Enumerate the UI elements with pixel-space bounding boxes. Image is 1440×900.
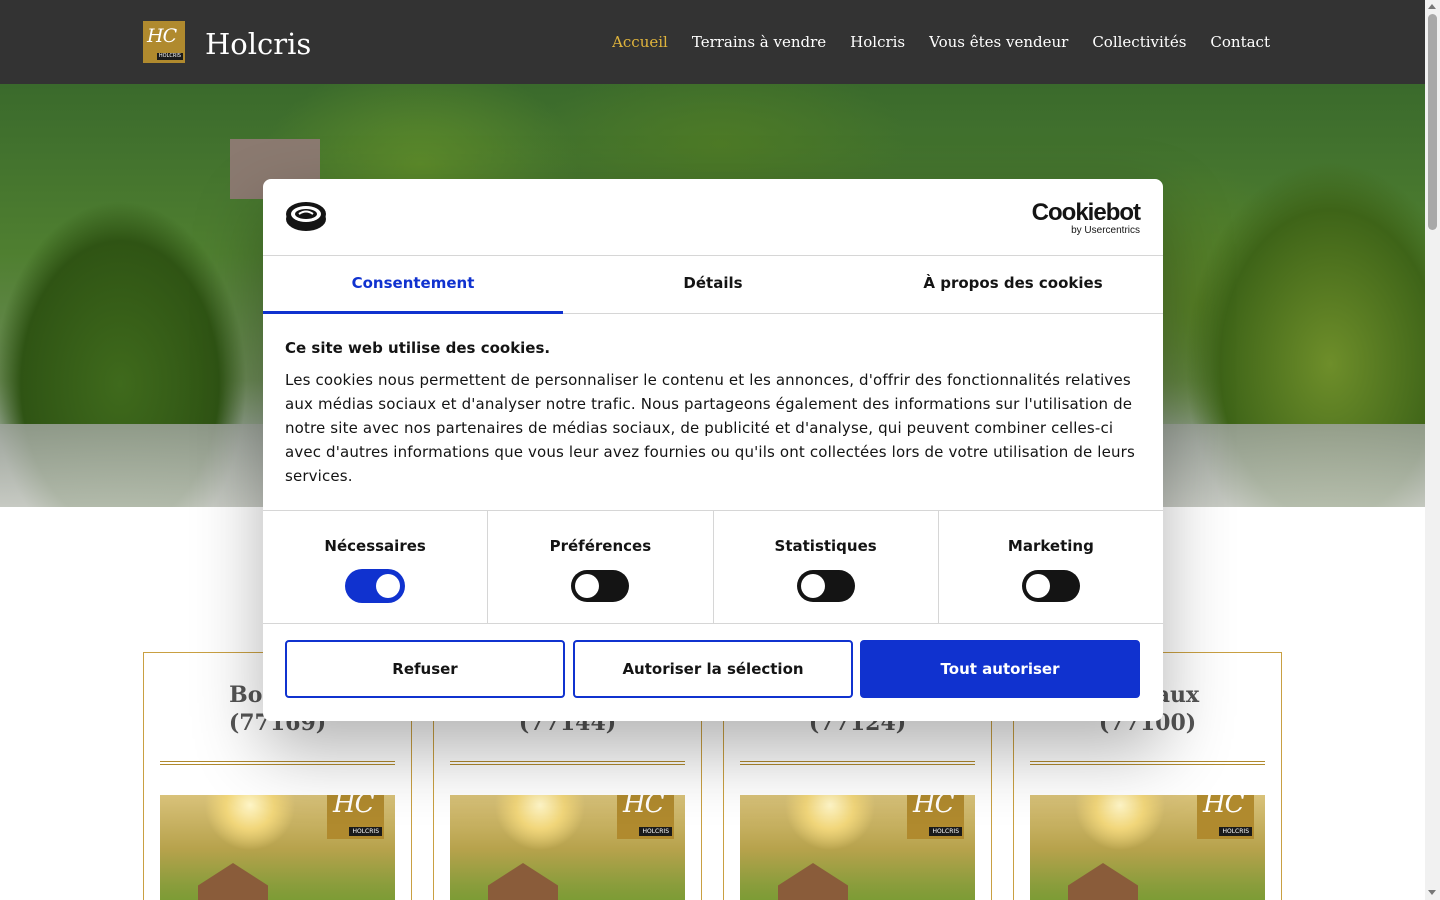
cookie-icon — [286, 202, 326, 231]
scrollbar-thumb[interactable] — [1428, 14, 1437, 230]
site-name[interactable]: Holcris — [205, 26, 311, 62]
house-icon — [1068, 863, 1138, 900]
dialog-tabs: Consentement Détails À propos des cookie… — [263, 256, 1163, 314]
card-divider — [740, 761, 975, 765]
site-header: HC HOLCRIS Holcris Accueil Terrains à ve… — [0, 0, 1425, 84]
logo-wordmark: HOLCRIS — [156, 53, 183, 60]
card-divider — [160, 761, 395, 765]
dialog-description: Les cookies nous permettent de personnal… — [285, 371, 1135, 485]
allow-selection-button[interactable]: Autoriser la sélection — [573, 640, 853, 698]
cookie-consent-dialog: Cookiebot by Usercentrics Consentement D… — [263, 179, 1163, 721]
consent-toggles: Nécessaires Préférences Statistiques Mar… — [263, 510, 1163, 624]
tab-about-cookies[interactable]: À propos des cookies — [863, 256, 1163, 313]
toggle-label: Statistiques — [774, 537, 877, 555]
necessary-toggle[interactable] — [346, 570, 405, 602]
card-logo: HC HOLCRIS — [617, 795, 674, 839]
toggle-label: Nécessaires — [324, 537, 426, 555]
card-photo: HC HOLCRIS — [1030, 795, 1265, 900]
dialog-title: Ce site web utilise des cookies. — [285, 339, 551, 357]
statistics-toggle[interactable] — [796, 570, 855, 602]
nav-item-vendeur[interactable]: Vous êtes vendeur — [929, 32, 1068, 52]
marketing-toggle[interactable] — [1021, 570, 1080, 602]
house-icon — [488, 863, 558, 900]
nav-item-collectivites[interactable]: Collectivités — [1092, 32, 1186, 52]
toggle-knob — [376, 574, 401, 598]
card-divider — [1030, 761, 1265, 765]
page-scrollbar[interactable] — [1425, 0, 1440, 900]
tab-details[interactable]: Détails — [563, 256, 863, 313]
card-photo: HC HOLCRIS — [450, 795, 685, 900]
toggle-knob — [575, 574, 600, 598]
card-logo: HC HOLCRIS — [907, 795, 964, 839]
toggle-group-marketing: Marketing — [939, 511, 1163, 623]
nav-item-contact[interactable]: Contact — [1210, 32, 1270, 52]
toggle-knob — [1025, 574, 1050, 598]
main-nav: Accueil Terrains à vendre Holcris Vous ê… — [612, 32, 1270, 52]
logo-monogram: HC — [147, 25, 177, 47]
preferences-toggle[interactable] — [571, 570, 630, 602]
card-logo: HC HOLCRIS — [1197, 795, 1254, 839]
nav-item-accueil[interactable]: Accueil — [612, 32, 668, 52]
card-logo: HC HOLCRIS — [327, 795, 384, 839]
house-icon — [198, 863, 268, 900]
toggle-group-preferences: Préférences — [488, 511, 714, 623]
nav-item-terrains[interactable]: Terrains à vendre — [692, 32, 826, 52]
site-logo[interactable]: HC HOLCRIS — [143, 21, 185, 63]
toggle-label: Marketing — [1007, 537, 1094, 555]
card-photo: HC HOLCRIS — [740, 795, 975, 900]
card-divider — [450, 761, 685, 765]
toggle-label: Préférences — [549, 537, 652, 555]
allow-all-button[interactable]: Tout autoriser — [860, 640, 1140, 698]
card-photo: HC HOLCRIS — [160, 795, 395, 900]
scroll-down-arrow-icon[interactable] — [1428, 890, 1436, 895]
toggle-group-statistics: Statistiques — [714, 511, 939, 623]
cookiebot-logo: Cookiebot by Usercentrics — [1031, 199, 1141, 236]
scroll-up-arrow-icon[interactable] — [1428, 4, 1436, 9]
toggle-group-necessary: Nécessaires — [263, 511, 489, 623]
dialog-header: Cookiebot by Usercentrics — [263, 179, 1163, 256]
toggle-knob — [800, 574, 825, 598]
nav-item-holcris[interactable]: Holcris — [850, 32, 905, 52]
house-icon — [778, 863, 848, 900]
tab-consentement[interactable]: Consentement — [263, 256, 563, 314]
refuse-button[interactable]: Refuser — [285, 640, 565, 698]
